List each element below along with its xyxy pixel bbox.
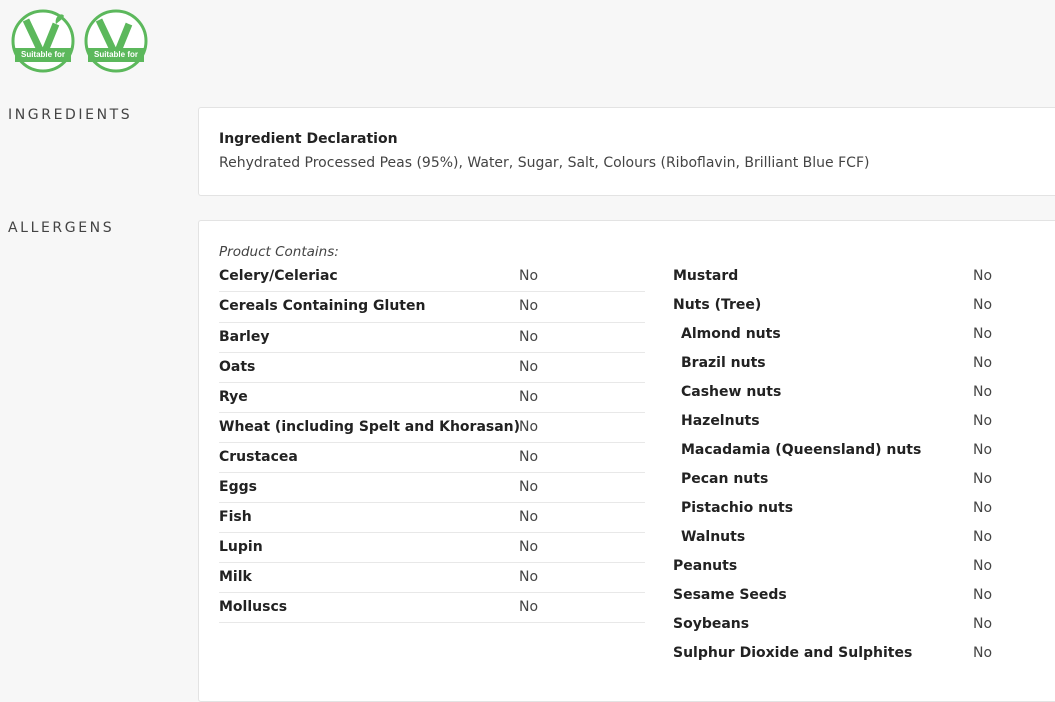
allergen-row: Rye No <box>219 383 645 413</box>
allergen-row: Macadamia (Queensland) nuts No <box>673 436 1055 465</box>
product-contains-label: Product Contains: <box>219 244 339 260</box>
allergen-row: Walnuts No <box>673 523 1055 552</box>
allergen-row: Brazil nuts No <box>673 349 1055 378</box>
allergen-value: No <box>519 479 539 495</box>
allergen-row: Pistachio nuts No <box>673 494 1055 523</box>
ingredients-section-title: INGREDIENTS <box>8 107 133 123</box>
allergen-name: Wheat (including Spelt and Khorasan) <box>219 419 521 435</box>
allergen-name: Rye <box>219 389 248 405</box>
allergen-name: Pecan nuts <box>681 471 769 487</box>
allergen-name: Sulphur Dioxide and Sulphites <box>673 645 913 661</box>
allergen-value: No <box>519 599 539 615</box>
allergen-name: Barley <box>219 329 270 345</box>
allergen-row: Peanuts No <box>673 552 1055 581</box>
allergen-row: Lupin No <box>219 533 645 563</box>
badge-label: Suitable for <box>93 50 138 59</box>
badge-label: Suitable for <box>20 50 65 59</box>
allergen-value: No <box>973 471 993 487</box>
allergen-row: Soybeans No <box>673 610 1055 639</box>
allergen-name: Fish <box>219 509 252 525</box>
allergen-name: Eggs <box>219 479 257 495</box>
allergen-row: Sulphur Dioxide and Sulphites No <box>673 639 1055 668</box>
allergen-value: No <box>973 355 993 371</box>
allergen-value: No <box>519 359 539 375</box>
ingredient-declaration-text: Rehydrated Processed Peas (95%), Water, … <box>219 155 870 171</box>
allergen-value: No <box>973 442 993 458</box>
ingredients-panel: Ingredient Declaration Rehydrated Proces… <box>198 107 1055 196</box>
allergen-row: Eggs No <box>219 473 645 503</box>
allergen-name: Hazelnuts <box>681 413 760 429</box>
allergen-value: No <box>519 509 539 525</box>
allergen-row: Nuts (Tree) No <box>673 291 1055 320</box>
allergen-name: Mustard <box>673 268 739 284</box>
allergen-name: Cashew nuts <box>681 384 782 400</box>
allergen-value: No <box>973 297 993 313</box>
allergen-name: Soybeans <box>673 616 750 632</box>
allergen-value: No <box>519 268 539 284</box>
allergen-name: Lupin <box>219 539 263 555</box>
vegetarian-v-icon <box>11 9 75 73</box>
allergen-value: No <box>519 389 539 405</box>
allergen-value: No <box>973 587 993 603</box>
allergen-name: Oats <box>219 359 256 375</box>
allergen-row: Barley No <box>219 323 645 353</box>
allergen-value: No <box>519 569 539 585</box>
allergen-value: No <box>519 329 539 345</box>
allergens-panel: Product Contains: Celery/Celeriac No Cerea… <box>198 220 1055 702</box>
allergen-row: Fish No <box>219 503 645 533</box>
vegan-v-icon <box>84 9 148 73</box>
allergen-row: Sesame Seeds No <box>673 581 1055 610</box>
allergen-name: Walnuts <box>681 529 746 545</box>
allergen-value: No <box>973 326 993 342</box>
allergen-row: Cashew nuts No <box>673 378 1055 407</box>
allergen-row: Oats No <box>219 353 645 383</box>
allergen-name: Nuts (Tree) <box>673 297 762 313</box>
allergen-value: No <box>973 616 993 632</box>
allergen-name: Milk <box>219 569 252 585</box>
allergen-value: No <box>973 384 993 400</box>
allergen-name: Peanuts <box>673 558 738 574</box>
allergen-value: No <box>973 268 993 284</box>
allergen-row: Wheat (including Spelt and Khorasan) No <box>219 413 645 443</box>
allergen-list-left: Celery/Celeriac No Cereals Containing Glut… <box>219 262 645 623</box>
allergen-value: No <box>973 645 993 661</box>
allergen-value: No <box>519 449 539 465</box>
vegan-badge: Suitable for <box>83 8 149 74</box>
vegetarian-badge: Suitable for <box>10 8 76 74</box>
allergen-name: Molluscs <box>219 599 288 615</box>
allergen-row: Milk No <box>219 563 645 593</box>
allergens-section-title: ALLERGENS <box>8 220 115 236</box>
allergen-name: Macadamia (Queensland) nuts <box>681 442 922 458</box>
allergen-name: Cereals Containing Gluten <box>219 298 426 314</box>
allergen-row: Celery/Celeriac No <box>219 262 645 292</box>
allergen-name: Sesame Seeds <box>673 587 787 603</box>
allergen-name: Celery/Celeriac <box>219 268 338 284</box>
allergen-name: Pistachio nuts <box>681 500 794 516</box>
allergen-value: No <box>519 298 539 314</box>
allergen-row: Mustard No <box>673 262 1055 291</box>
allergen-name: Crustacea <box>219 449 298 465</box>
allergen-name: Almond nuts <box>681 326 781 342</box>
allergen-value: No <box>519 419 539 435</box>
allergen-list-right: Mustard No Nuts (Tree) No Almond nuts No Brazi… <box>673 262 1055 668</box>
allergen-value: No <box>973 413 993 429</box>
allergen-value: No <box>973 529 993 545</box>
allergen-row: Cereals Containing Gluten No <box>219 292 645 323</box>
allergen-name: Brazil nuts <box>681 355 766 371</box>
allergen-row: Pecan nuts No <box>673 465 1055 494</box>
allergen-row: Almond nuts No <box>673 320 1055 349</box>
allergen-value: No <box>973 500 993 516</box>
allergen-row: Molluscs No <box>219 593 645 623</box>
ingredient-declaration-title: Ingredient Declaration <box>219 131 398 147</box>
allergen-row: Crustacea No <box>219 443 645 473</box>
allergen-row: Hazelnuts No <box>673 407 1055 436</box>
allergen-value: No <box>519 539 539 555</box>
allergen-value: No <box>973 558 993 574</box>
